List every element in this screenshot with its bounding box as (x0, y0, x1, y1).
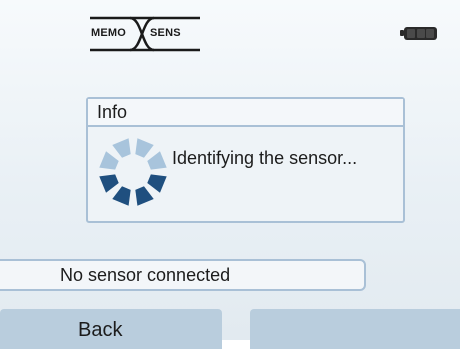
memosens-logo: MEMO SENS (88, 12, 204, 58)
spinner-segment (147, 174, 167, 193)
logo-text-sens: SENS (150, 27, 181, 39)
battery-cell (425, 28, 434, 38)
spinner-segment (112, 186, 131, 206)
battery-cell (416, 28, 425, 38)
sensor-status-bar: No sensor connected (0, 259, 366, 291)
spinner-segment (99, 151, 119, 170)
info-dialog-message: Identifying the sensor... (172, 148, 358, 168)
loading-spinner-graphic (99, 138, 167, 206)
spinner-segment (147, 151, 167, 170)
spinner-segment (99, 174, 119, 193)
right-softkey-button[interactable] (250, 309, 460, 349)
battery-cell (407, 28, 416, 38)
info-dialog: Info Identifying the sensor... (86, 97, 405, 223)
battery-full-icon (400, 26, 440, 40)
back-button-label: Back (78, 319, 123, 341)
spinner-segment (135, 186, 154, 206)
sensor-status-text: No sensor connected (60, 264, 231, 285)
spinner-segment (135, 138, 154, 158)
back-button[interactable]: Back (0, 309, 222, 349)
logo-text-memo: MEMO (91, 27, 127, 39)
info-dialog-title: Info (97, 101, 128, 122)
device-screen: MEMO SENS Info Identifying the sensor...… (0, 0, 460, 349)
battery-body (404, 26, 437, 40)
info-dialog-header: Info (88, 99, 403, 127)
spinner-segment (112, 138, 131, 158)
loading-spinner-icon (96, 135, 170, 209)
